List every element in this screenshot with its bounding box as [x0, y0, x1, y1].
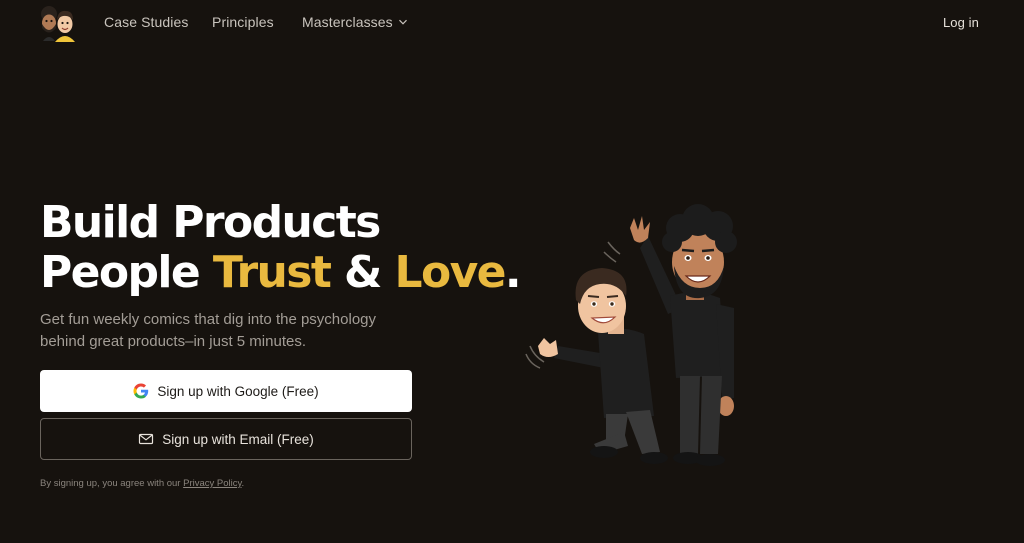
login-link[interactable]: Log in: [943, 15, 979, 30]
envelope-icon: [139, 433, 154, 445]
disclaimer-end: .: [241, 478, 245, 489]
hero-subtitle: Get fun weekly comics that dig into the …: [40, 311, 377, 350]
hero-title-trust: Trust: [212, 247, 332, 298]
hero-title-people: People: [40, 247, 213, 298]
logo-avatars-icon[interactable]: [37, 4, 79, 42]
disclaimer-text: By signing up, you agree with our: [40, 478, 184, 489]
nav-masterclasses-label: Masterclasses: [302, 14, 393, 30]
nav-principles[interactable]: Principles: [212, 14, 274, 30]
google-g-icon: [133, 383, 149, 399]
hero-illustration: [520, 196, 780, 476]
privacy-policy-link[interactable]: Privacy Policy: [183, 478, 241, 489]
email-signup-label: Sign up with Email (Free): [162, 431, 314, 447]
google-signup-label: Sign up with Google (Free): [157, 383, 319, 399]
privacy-disclaimer: By signing up, you agree with our Privac…: [40, 478, 244, 489]
top-nav: Case Studies Principles Masterclasses Lo…: [0, 0, 1024, 46]
google-signup-button[interactable]: Sign up with Google (Free): [40, 370, 412, 412]
hero-title: Build Products People Trust & Love.: [40, 197, 522, 298]
nav-masterclasses[interactable]: Masterclasses: [302, 14, 408, 30]
email-signup-button[interactable]: Sign up with Email (Free): [40, 418, 412, 460]
hero-title-amp: &: [330, 247, 395, 298]
hero-title-period: .: [504, 247, 522, 298]
nav-case-studies[interactable]: Case Studies: [104, 14, 188, 30]
hero-title-love: Love: [394, 247, 507, 298]
page: Case Studies Principles Masterclasses Lo…: [0, 0, 1024, 543]
chevron-down-icon: [398, 19, 407, 25]
hero-title-line1: Build Products: [40, 197, 381, 248]
